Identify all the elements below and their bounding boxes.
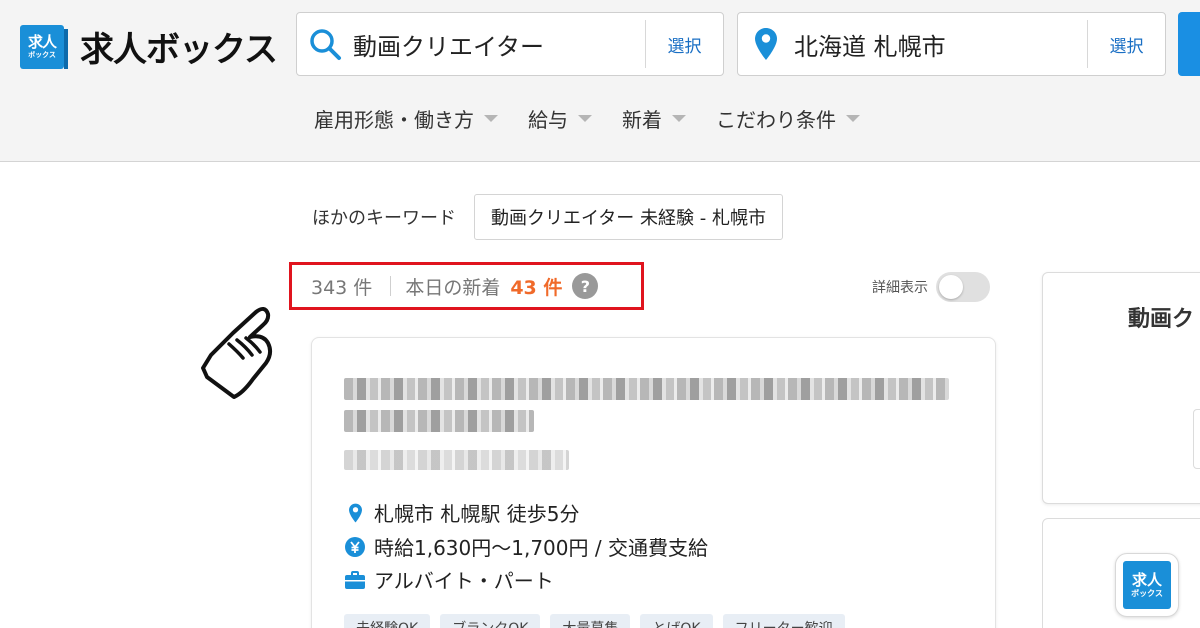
caret-down-icon <box>846 115 860 122</box>
job-tag: とげOK <box>640 614 713 628</box>
location-pin-icon <box>738 13 794 75</box>
filter-label: 新着 <box>622 108 662 132</box>
caret-down-icon <box>672 115 686 122</box>
app-promo-card[interactable]: 求人 ボックス <box>1042 518 1200 628</box>
location-input[interactable]: 北海道 札幌市 <box>794 27 1087 62</box>
logo-mark-line2: ボックス <box>28 50 56 59</box>
side-panel-title: 動画ク <box>1128 307 1195 332</box>
detail-toggle-label: 詳細表示 <box>872 280 928 296</box>
pointing-hand-icon <box>201 307 273 399</box>
location-pin-icon <box>344 503 366 523</box>
app-logo-mark: 求人 ボックス <box>1123 561 1171 609</box>
filter-label: こだわり条件 <box>716 108 836 132</box>
job-type-row: アルバイト・パート <box>344 565 554 594</box>
keyword-search-box: 動画クリエイター 選択 <box>296 12 724 76</box>
app-logo-line2: ボックス <box>1131 588 1163 598</box>
location-search-box: 北海道 札幌市 選択 <box>737 12 1166 76</box>
detail-toggle-switch[interactable] <box>936 272 990 302</box>
detail-view-toggle: 詳細表示 <box>872 272 990 302</box>
today-new-count: 43 件 <box>510 276 563 299</box>
caret-down-icon <box>484 115 498 122</box>
blurred-title <box>344 410 534 432</box>
job-tag: 大量募集 <box>550 614 631 628</box>
help-icon[interactable]: ? <box>572 273 599 299</box>
keyword-input[interactable]: 動画クリエイター <box>353 27 645 62</box>
job-location-row: 札幌市 札幌駅 徒歩5分 <box>344 498 579 527</box>
search-button[interactable] <box>1178 12 1200 76</box>
side-panel-fragment <box>1193 409 1200 469</box>
logo-mark-line1: 求人 <box>27 32 57 51</box>
result-count-highlight: 343 件 本日の新着 43 件 ? <box>289 262 644 310</box>
filter-conditions[interactable]: こだわり条件 <box>716 104 860 133</box>
filter-label: 給与 <box>528 108 568 132</box>
job-tag: ブランクOK <box>440 614 541 628</box>
job-tag: 未経験OK <box>344 614 431 628</box>
caret-down-icon <box>578 115 592 122</box>
side-panel-card: 動画ク <box>1042 272 1200 504</box>
location-select-button[interactable]: 選択 <box>1087 20 1165 68</box>
blurred-company <box>344 450 569 470</box>
other-keywords-label: ほかのキーワード <box>312 208 456 229</box>
today-new-label: 本日の新着 <box>405 276 501 299</box>
logo-mark: 求人 ボックス <box>20 24 68 69</box>
header: 求人 ボックス 求人ボックス 動画クリエイター 選択 北海道 札幌市 選択 雇用… <box>0 0 1200 162</box>
briefcase-icon <box>344 570 366 589</box>
filter-new[interactable]: 新着 <box>622 104 686 133</box>
logo-text: 求人ボックス <box>80 30 278 70</box>
job-tag: フリーター歓迎 <box>722 614 845 628</box>
filter-label: 雇用形態・働き方 <box>314 108 474 132</box>
app-logo-line1: 求人 <box>1131 570 1162 589</box>
job-card[interactable]: 札幌市 札幌駅 徒歩5分 時給1,630円〜1,700円 / 交通費支給 アルバ… <box>311 337 996 628</box>
total-count: 343 件 <box>311 276 373 299</box>
app-icon[interactable]: 求人 ボックス <box>1115 553 1179 617</box>
job-tags: 未経験OK ブランクOK 大量募集 とげOK フリーター歓迎 <box>344 614 855 628</box>
filter-bar: 雇用形態・働き方 給与 新着 こだわり条件 <box>314 104 890 133</box>
blurred-title <box>344 378 949 400</box>
job-salary-row: 時給1,630円〜1,700円 / 交通費支給 <box>344 532 708 561</box>
filter-employment-type[interactable]: 雇用形態・働き方 <box>314 104 498 133</box>
job-salary: 時給1,630円〜1,700円 / 交通費支給 <box>374 536 708 560</box>
divider <box>390 276 392 296</box>
search-icon <box>297 13 353 75</box>
keyword-suggestion-chip[interactable]: 動画クリエイター 未経験 - 札幌市 <box>474 194 783 240</box>
yen-icon <box>344 536 366 557</box>
job-type: アルバイト・パート <box>374 569 554 593</box>
other-keywords: ほかのキーワード 動画クリエイター 未経験 - 札幌市 <box>312 194 783 240</box>
filter-salary[interactable]: 給与 <box>528 104 592 133</box>
job-location: 札幌市 札幌駅 徒歩5分 <box>374 502 580 526</box>
toggle-knob <box>939 275 963 299</box>
logo[interactable]: 求人 ボックス 求人ボックス <box>20 22 278 71</box>
keyword-select-button[interactable]: 選択 <box>645 20 723 68</box>
